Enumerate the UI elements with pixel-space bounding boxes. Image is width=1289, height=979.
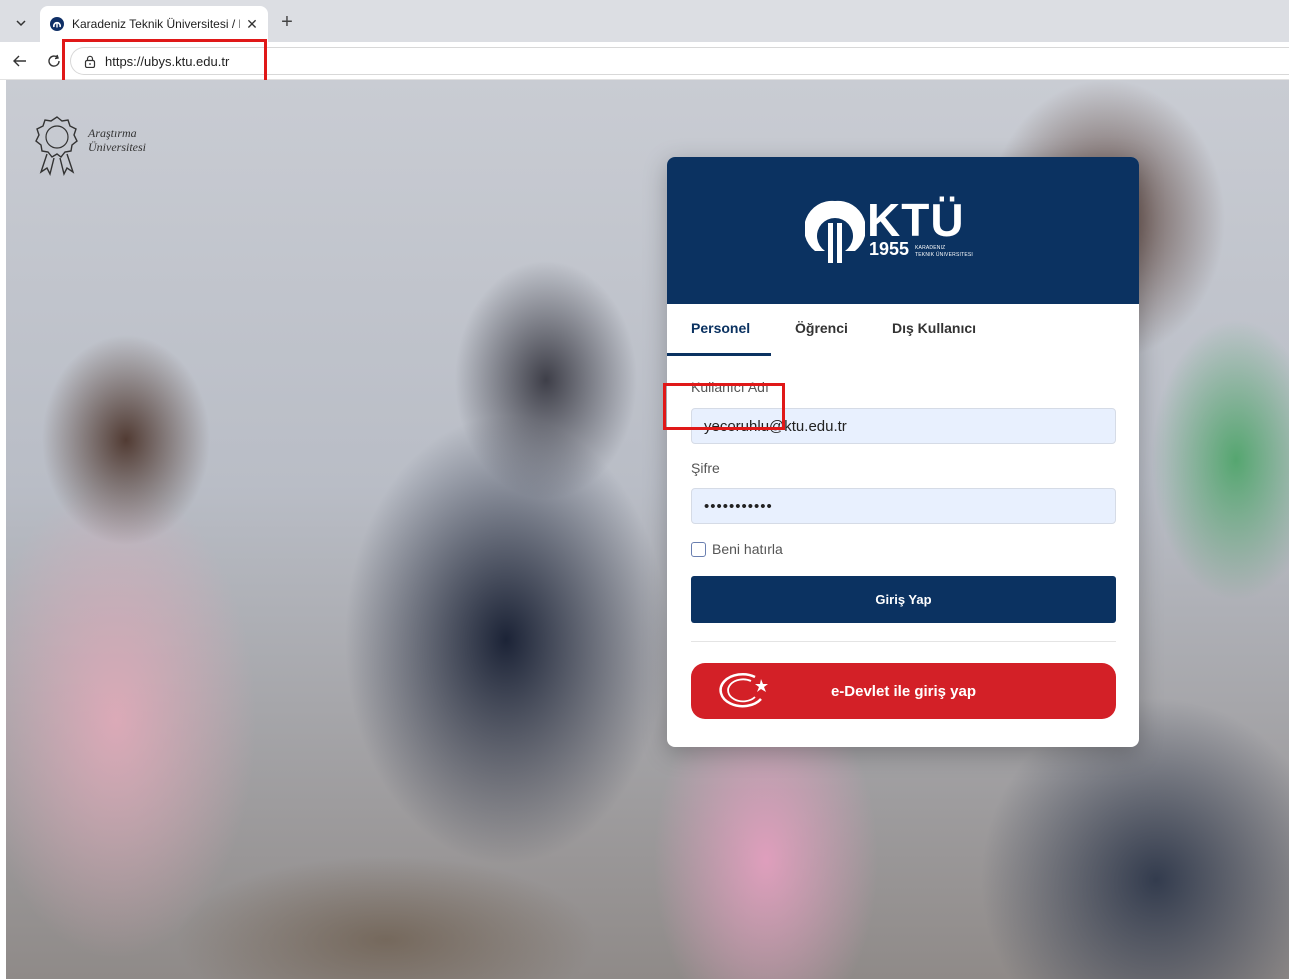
tab-title: Karadeniz Teknik Üniversitesi / Bilg [72,17,240,31]
edevlet-login-button[interactable]: e-Devlet ile giriş yap [691,663,1116,719]
card-header: KTÜ 1955 Karadeniz Teknik Üniversitesi [667,157,1139,304]
logo-year: 1955 [869,239,910,259]
reload-icon [48,54,60,67]
reload-button[interactable] [44,51,64,71]
username-label: Kullanıcı Adı [691,379,769,395]
login-card: KTÜ 1955 Karadeniz Teknik Üniversitesi P… [667,157,1139,747]
site-info-lock-icon[interactable] [83,54,97,68]
tab-personel[interactable]: Personel [691,320,750,336]
edevlet-logo-icon [719,673,768,708]
remember-me[interactable]: Beni hatırla [691,540,783,558]
award-seal-icon [35,116,78,177]
form-divider [691,641,1116,642]
username-input[interactable]: yecoruhlu@ktu.edu.tr [691,408,1116,444]
remember-me-label[interactable]: Beni hatırla [712,541,783,557]
ktu-emblem-icon [805,200,865,263]
tab-list-button[interactable] [10,12,32,34]
badge-line2: Üniversitesi [88,140,146,154]
tab-close-icon[interactable]: ✕ [244,16,260,33]
chevron-down-icon [16,20,26,27]
login-tabs: Personel Öğrenci Dış Kullanıcı [667,304,1139,358]
research-university-badge: Araştırma Üniversitesi [32,114,162,178]
remember-me-checkbox[interactable] [691,541,706,557]
browser-tab-bar: Karadeniz Teknik Üniversitesi / Bilg ✕ + [0,0,1289,42]
arrow-left-icon [13,55,26,67]
tab-ogrenci[interactable]: Öğrenci [795,320,848,336]
password-label: Şifre [691,460,720,476]
login-button[interactable]: Giriş Yap [691,576,1116,623]
address-bar[interactable]: https://ubys.ktu.edu.tr [70,47,1289,75]
url-text: https://ubys.ktu.edu.tr [105,53,230,69]
browser-toolbar: https://ubys.ktu.edu.tr [0,42,1289,80]
badge-line1: Araştırma [88,126,137,140]
logo-sub-line1: Karadeniz [915,245,946,251]
tab-dis-kullanici[interactable]: Dış Kullanıcı [892,320,976,336]
logo-sub-line2: Teknik Üniversitesi [915,252,973,258]
browser-tab-active[interactable]: Karadeniz Teknik Üniversitesi / Bilg ✕ [40,6,268,42]
new-tab-button[interactable]: + [276,12,298,34]
password-input[interactable]: ••••••••••• [691,488,1116,524]
active-tab-indicator [667,353,771,356]
ktu-favicon-icon [50,17,64,31]
ktu-logo: KTÜ 1955 Karadeniz Teknik Üniversitesi [805,194,1005,277]
edevlet-button-label: e-Devlet ile giriş yap [830,682,977,700]
back-button[interactable] [10,51,30,71]
